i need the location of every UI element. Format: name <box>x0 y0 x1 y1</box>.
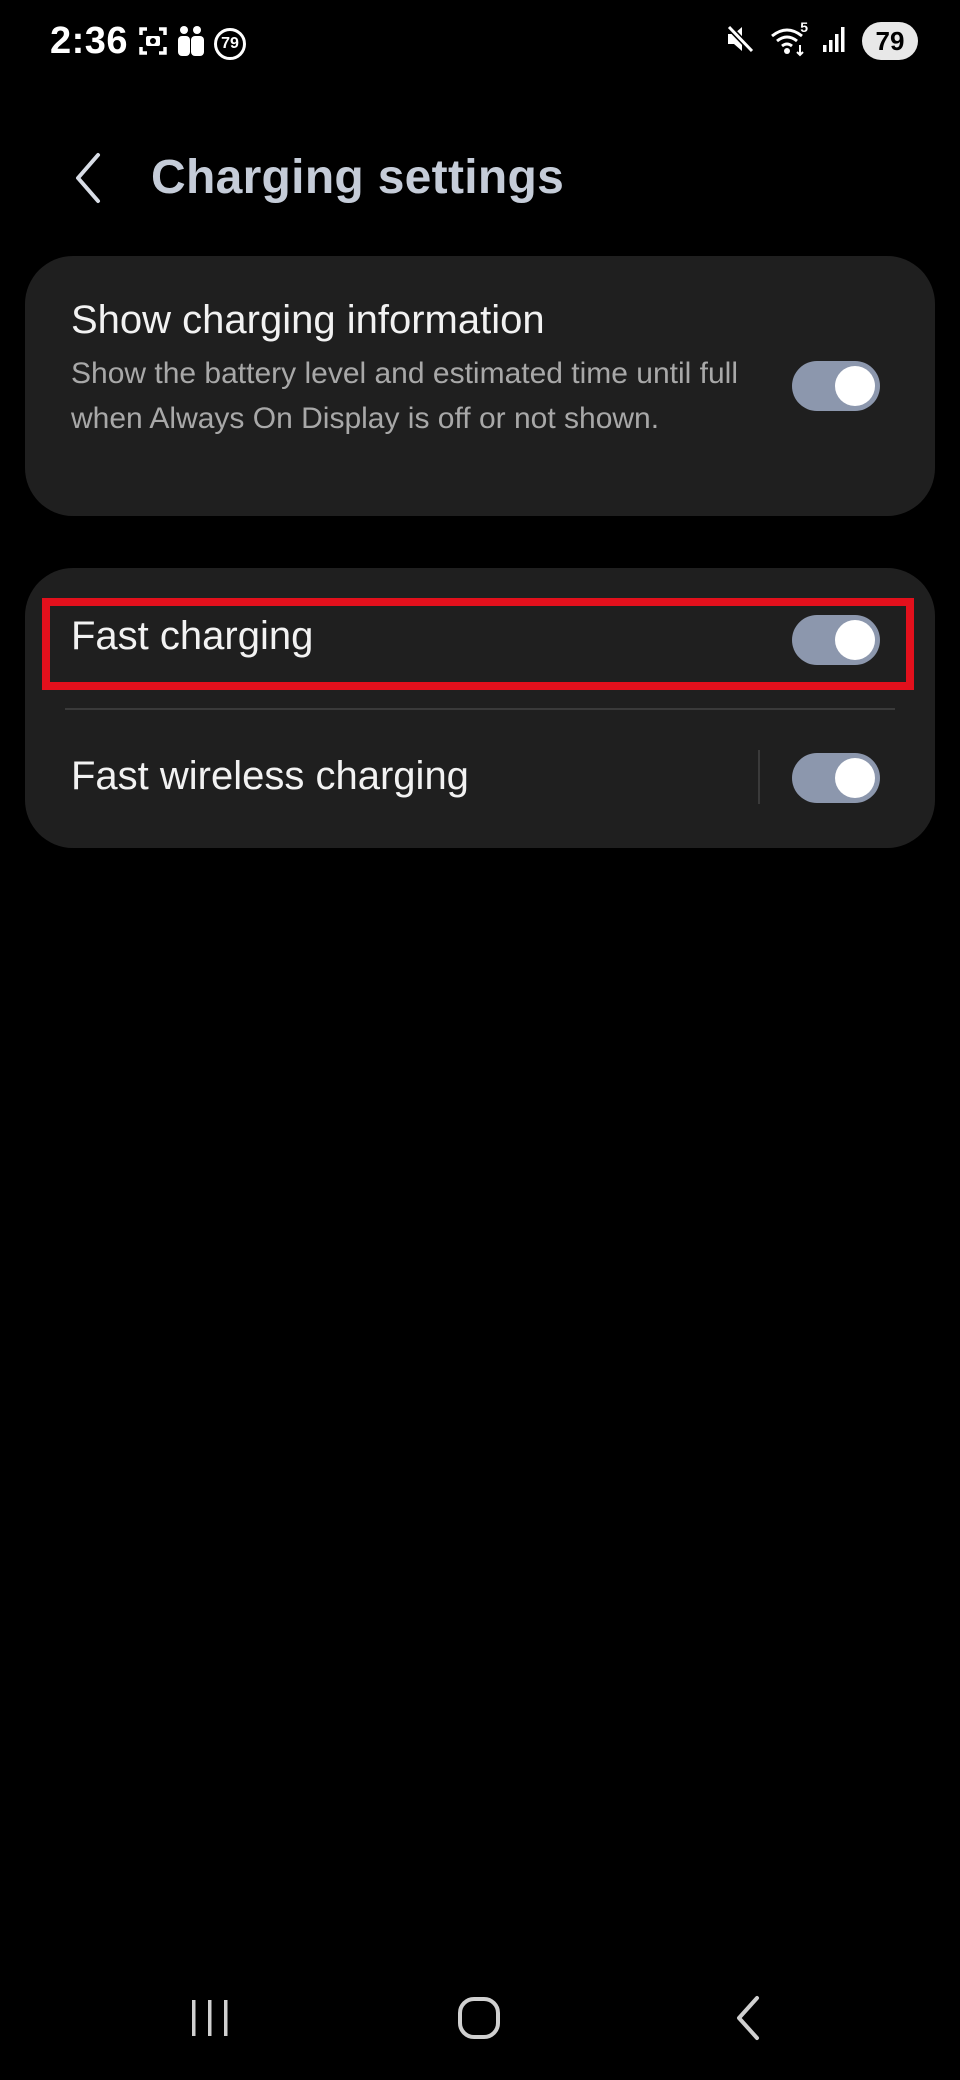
fast-charging-card: Fast charging Fast wireless charging <box>25 568 935 848</box>
show-charging-info-card: Show charging information Show the batte… <box>25 256 935 516</box>
fast-wireless-charging-row[interactable]: Fast wireless charging <box>25 718 935 838</box>
highlight-box <box>42 598 914 690</box>
show-charging-info-row[interactable]: Show charging information Show the batte… <box>25 256 935 516</box>
page-title: Charging settings <box>151 151 565 204</box>
signal-icon <box>822 25 848 58</box>
status-time: 2:36 <box>50 20 129 62</box>
recents-button[interactable] <box>170 1980 250 2060</box>
header: Charging settings <box>0 130 960 230</box>
toggle-knob <box>835 366 875 406</box>
status-left-icons: 79 <box>138 25 246 62</box>
row-divider <box>65 708 895 710</box>
nav-back-button[interactable] <box>708 1980 788 2060</box>
notification-count-icon: 79 <box>214 27 246 60</box>
battery-indicator: 79 <box>862 22 918 60</box>
status-bar: 2:36 79 5 79 <box>0 0 960 90</box>
wifi-label: 5 <box>800 19 808 35</box>
navigation-bar <box>0 1980 960 2060</box>
mute-icon <box>724 23 756 60</box>
screenshot-icon <box>138 26 168 61</box>
home-button[interactable] <box>439 1980 519 2060</box>
show-charging-info-summary: Show the battery level and estimated tim… <box>71 357 739 435</box>
fast-wireless-charging-toggle[interactable] <box>792 753 880 803</box>
vertical-divider <box>758 750 760 804</box>
toggle-knob <box>835 758 875 798</box>
chevron-left-icon <box>70 151 110 210</box>
home-icon <box>457 1996 501 2045</box>
back-icon <box>733 1994 763 2047</box>
recents-icon <box>188 1998 232 2043</box>
show-charging-info-toggle[interactable] <box>792 361 880 411</box>
show-charging-info-title: Show charging information <box>71 298 545 342</box>
family-icon <box>176 25 206 62</box>
wifi-icon: 5 <box>770 19 808 57</box>
fast-wireless-charging-title: Fast wireless charging <box>71 754 469 798</box>
back-button[interactable] <box>60 150 120 210</box>
status-right-icons: 5 79 <box>724 19 918 60</box>
